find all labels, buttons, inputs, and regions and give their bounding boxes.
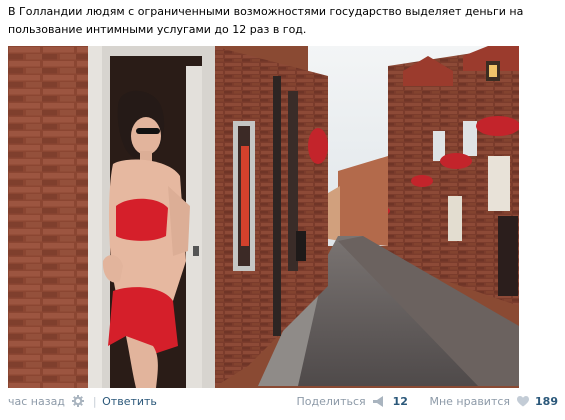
share-label: Поделиться <box>296 395 366 408</box>
post-text: В Голландии людям с ограниченными возмож… <box>8 5 524 36</box>
gear-icon[interactable] <box>72 395 85 407</box>
share-count: 12 <box>392 395 408 408</box>
reply-link[interactable]: Ответить <box>102 395 157 408</box>
footer-separator: | <box>92 395 97 408</box>
post-photo[interactable] <box>8 46 519 388</box>
like-count: 189 <box>535 395 558 408</box>
megaphone-icon <box>373 396 384 407</box>
post-footer: час назад | Ответить Поделиться 12 Мне н… <box>8 394 558 410</box>
share-button[interactable]: Поделиться 12 <box>297 395 412 408</box>
photo-illustration <box>8 46 519 388</box>
heart-icon <box>516 396 529 407</box>
post-time[interactable]: час назад <box>8 395 65 408</box>
like-button[interactable]: Мне нравится 189 <box>429 395 558 408</box>
like-label: Мне нравится <box>429 395 511 408</box>
